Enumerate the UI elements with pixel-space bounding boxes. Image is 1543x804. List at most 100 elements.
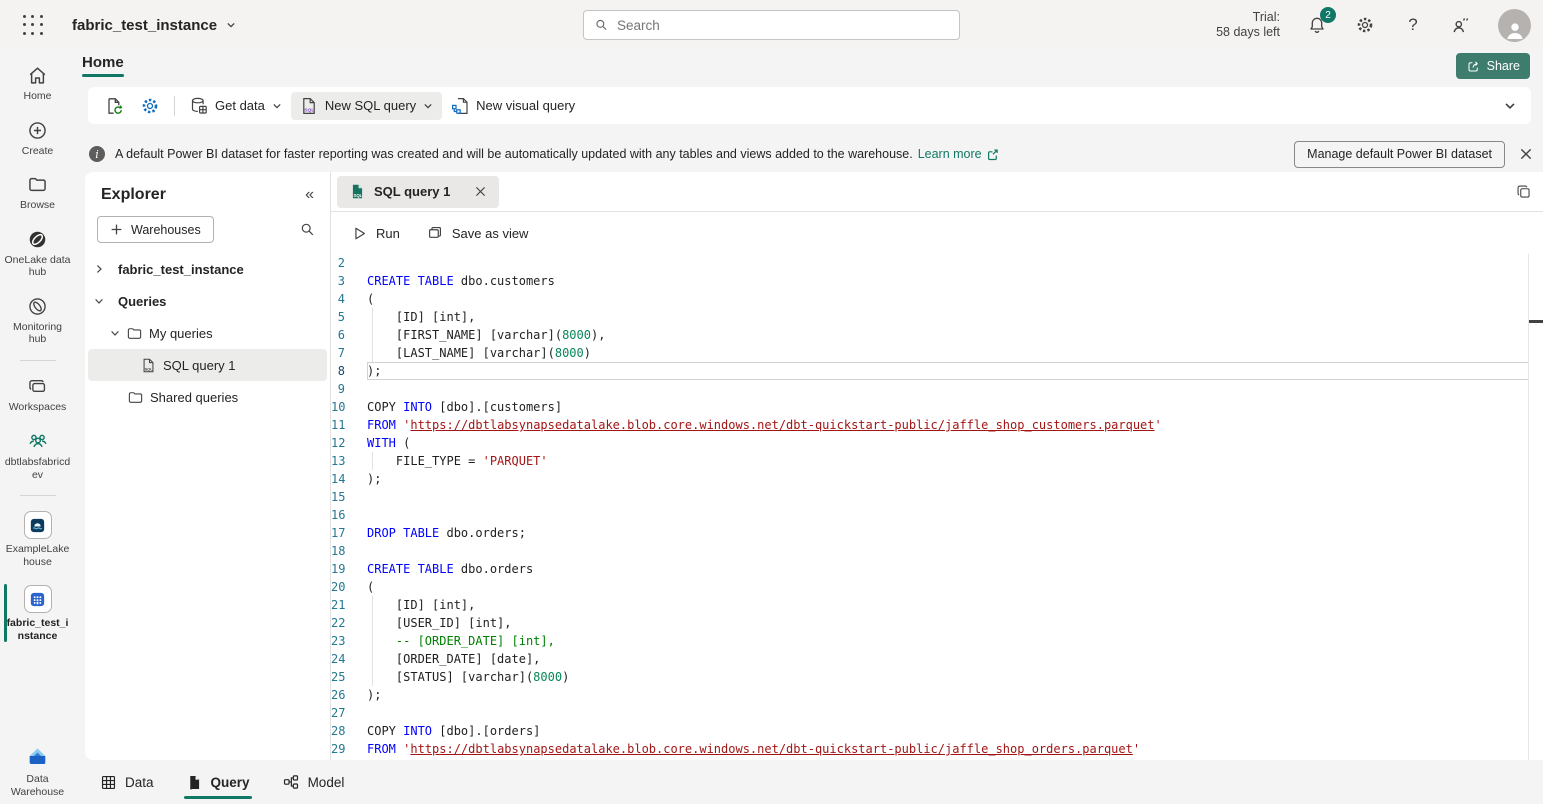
- explorer-title: Explorer: [101, 186, 166, 204]
- sql-file-green-icon: SQL: [349, 183, 366, 200]
- chevron-down-icon[interactable]: [93, 295, 105, 307]
- collapse-explorer-button[interactable]: «: [305, 186, 314, 204]
- code-line[interactable]: 12WITH (: [331, 434, 1543, 452]
- line-number: 7: [331, 344, 367, 362]
- tree-item-sql-query-1[interactable]: SQL SQL query 1: [88, 349, 327, 381]
- app-launcher-waffle-icon[interactable]: [22, 14, 44, 36]
- code-text: [FIRST_NAME] [varchar](8000),: [367, 326, 1529, 344]
- new-visual-query-button[interactable]: New visual query: [442, 92, 583, 120]
- chevron-right-icon[interactable]: [93, 263, 105, 275]
- tab-home[interactable]: Home: [82, 54, 124, 77]
- code-line[interactable]: 25 [STATUS] [varchar](8000): [331, 668, 1543, 686]
- get-data-button[interactable]: Get data: [181, 92, 291, 120]
- code-text: [367, 254, 1529, 272]
- code-line[interactable]: 7 [LAST_NAME] [varchar](8000): [331, 344, 1543, 362]
- explorer-search-icon[interactable]: [299, 221, 316, 238]
- footer-tab-data[interactable]: Data: [98, 760, 156, 804]
- code-text: -- [ORDER_DATE] [int],: [367, 632, 1529, 650]
- close-tab-button[interactable]: [474, 185, 487, 198]
- code-line[interactable]: 17DROP TABLE dbo.orders;: [331, 524, 1543, 542]
- code-line[interactable]: 24 [ORDER_DATE] [date],: [331, 650, 1543, 668]
- code-text: [367, 488, 1529, 506]
- nav-create[interactable]: Create: [3, 113, 73, 164]
- code-line[interactable]: 20(: [331, 578, 1543, 596]
- share-button[interactable]: Share: [1456, 53, 1530, 79]
- footer-tab-query[interactable]: Query: [184, 760, 252, 804]
- code-line[interactable]: 21 [ID] [int],: [331, 596, 1543, 614]
- editor-scrollbar-border: [1528, 254, 1529, 760]
- warehouse-settings-button[interactable]: [132, 92, 168, 120]
- copy-button[interactable]: [1515, 183, 1533, 201]
- code-line[interactable]: 19CREATE TABLE dbo.orders: [331, 560, 1543, 578]
- nav-item-examplelakehouse[interactable]: ExampleLakehouse: [3, 504, 73, 574]
- help-button[interactable]: ?: [1402, 14, 1424, 36]
- manage-default-dataset-button[interactable]: Manage default Power BI dataset: [1294, 141, 1505, 168]
- user-avatar[interactable]: [1498, 9, 1531, 42]
- code-line[interactable]: 10COPY INTO [dbo].[customers]: [331, 398, 1543, 416]
- line-number: 18: [331, 542, 367, 560]
- tree-item-queries[interactable]: Queries: [85, 285, 330, 317]
- workspaces-icon: [27, 376, 48, 397]
- nav-workspace-dbtlabsfabricdev[interactable]: dbtlabsfabricdev: [3, 423, 73, 487]
- search-input[interactable]: [617, 18, 949, 33]
- line-number: 3: [331, 272, 367, 290]
- save-as-view-button[interactable]: Save as view: [420, 220, 535, 246]
- explorer-tree: fabric_test_instance Queries My queries …: [85, 253, 330, 413]
- settings-button[interactable]: [1354, 14, 1376, 36]
- nav-data-warehouse[interactable]: Data Warehouse: [0, 744, 75, 798]
- nav-workspaces[interactable]: Workspaces: [3, 369, 73, 420]
- document-refresh-icon: [104, 96, 124, 116]
- banner-message: A default Power BI dataset for faster re…: [115, 147, 913, 161]
- nav-item-fabric-test-instance[interactable]: fabric_test_instance: [3, 578, 73, 648]
- sql-code-editor[interactable]: 23CREATE TABLE dbo.customers4(5 [ID] [in…: [331, 254, 1543, 760]
- code-text: [367, 704, 1529, 722]
- new-sql-query-button[interactable]: SQL New SQL query: [291, 92, 442, 120]
- run-button[interactable]: Run: [345, 221, 406, 246]
- new-warehouses-button[interactable]: Warehouses: [97, 216, 214, 243]
- code-line[interactable]: 27: [331, 704, 1543, 722]
- code-line[interactable]: 11FROM 'https://dbtlabsynapsedatalake.bl…: [331, 416, 1543, 434]
- workspace-switcher[interactable]: fabric_test_instance: [72, 17, 237, 34]
- explorer-panel: Explorer « Warehouses fabric_test_instan…: [85, 172, 331, 760]
- code-line[interactable]: 26);: [331, 686, 1543, 704]
- gear-icon: [1355, 15, 1375, 35]
- toolbar-expand-button[interactable]: [1503, 99, 1517, 113]
- code-text: [367, 542, 1529, 560]
- code-line[interactable]: 14);: [331, 470, 1543, 488]
- code-line[interactable]: 22 [USER_ID] [int],: [331, 614, 1543, 632]
- nav-monitoring-hub[interactable]: Monitoring hub: [3, 289, 73, 352]
- code-line[interactable]: 28COPY INTO [dbo].[orders]: [331, 722, 1543, 740]
- nav-onelake-data-hub[interactable]: OneLake data hub: [3, 222, 73, 285]
- code-line[interactable]: 23 -- [ORDER_DATE] [int],: [331, 632, 1543, 650]
- tree-item-my-queries[interactable]: My queries: [85, 317, 330, 349]
- code-line[interactable]: 15: [331, 488, 1543, 506]
- banner-close-button[interactable]: [1519, 147, 1533, 161]
- chevron-down-icon[interactable]: [109, 327, 121, 339]
- code-line[interactable]: 2: [331, 254, 1543, 272]
- code-line[interactable]: 5 [ID] [int],: [331, 308, 1543, 326]
- nav-home[interactable]: Home: [3, 58, 73, 109]
- refresh-button[interactable]: [96, 92, 132, 120]
- code-line[interactable]: 6 [FIRST_NAME] [varchar](8000),: [331, 326, 1543, 344]
- code-line[interactable]: 13 FILE_TYPE = 'PARQUET': [331, 452, 1543, 470]
- code-line[interactable]: 8);: [331, 362, 1543, 380]
- code-line[interactable]: 9: [331, 380, 1543, 398]
- tree-item-warehouse-root[interactable]: fabric_test_instance: [85, 253, 330, 285]
- line-number: 6: [331, 326, 367, 344]
- code-line[interactable]: 4(: [331, 290, 1543, 308]
- tree-item-shared-queries[interactable]: Shared queries: [85, 381, 330, 413]
- query-tab-sql-query-1[interactable]: SQL SQL query 1: [337, 176, 499, 208]
- gear-blue-icon: [140, 96, 160, 116]
- code-line[interactable]: 29FROM 'https://dbtlabsynapsedatalake.bl…: [331, 740, 1543, 758]
- footer-tab-model[interactable]: Model: [280, 760, 347, 804]
- learn-more-link[interactable]: Learn more: [918, 147, 999, 161]
- code-line[interactable]: 16: [331, 506, 1543, 524]
- code-line[interactable]: 18: [331, 542, 1543, 560]
- global-search[interactable]: [583, 10, 960, 40]
- svg-text:SQL: SQL: [354, 193, 363, 198]
- code-line[interactable]: 3CREATE TABLE dbo.customers: [331, 272, 1543, 290]
- notifications-button[interactable]: 2: [1306, 14, 1328, 36]
- nav-browse[interactable]: Browse: [3, 167, 73, 218]
- rail-divider: [20, 495, 56, 496]
- feedback-button[interactable]: [1450, 14, 1472, 36]
